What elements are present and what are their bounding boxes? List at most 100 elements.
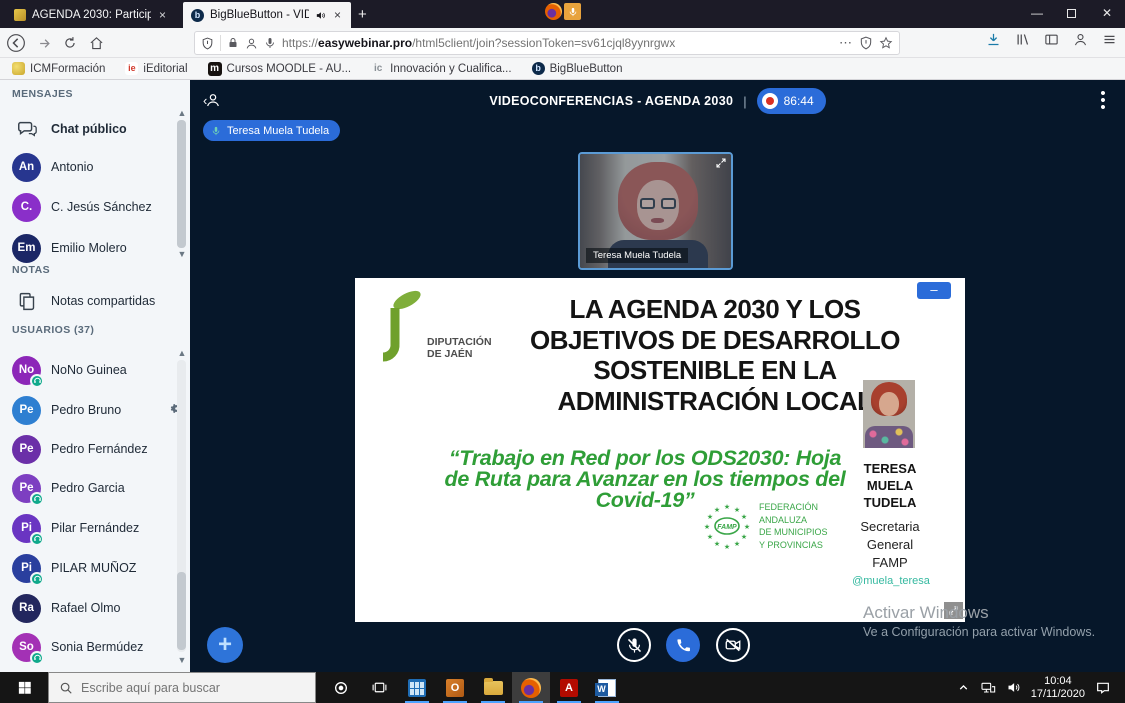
leave-audio-button[interactable]	[666, 628, 700, 662]
browser-toolbar: https://easywebinar.pro/html5client/join…	[0, 28, 1125, 58]
taskbar-clock[interactable]: 10:04 17/11/2020	[1031, 675, 1085, 701]
actions-plus-button[interactable]: +	[207, 627, 243, 663]
collapse-sidebar-button[interactable]: ‹	[203, 92, 221, 108]
messages-header: MENSAJES	[12, 88, 73, 100]
mic-sharing-indicator[interactable]	[545, 3, 581, 20]
webcam-fullscreen-icon[interactable]	[715, 157, 727, 169]
downloads-icon[interactable]	[986, 32, 1001, 47]
firefox-taskbar-item[interactable]	[512, 672, 550, 703]
webcam-name-label: Teresa Muela Tudela	[586, 248, 688, 263]
start-button[interactable]	[0, 672, 48, 703]
tab-bigbluebutton[interactable]: b BigBlueButton - VIDEOCON ×	[183, 2, 351, 28]
scroll-up-icon[interactable]: ▲	[177, 348, 187, 358]
tab-participants[interactable]: AGENDA 2030: Participantes ×	[6, 2, 176, 28]
tab-audio-icon[interactable]	[315, 10, 326, 21]
user-name: C. Jesús Sánchez	[51, 200, 152, 214]
chat-public-item[interactable]: Chat público	[4, 112, 172, 146]
svg-text:★: ★	[724, 503, 730, 511]
search-input[interactable]	[81, 681, 291, 695]
svg-text:FAMP: FAMP	[717, 524, 737, 531]
word-icon: W	[598, 679, 616, 697]
permissions-icon[interactable]	[245, 37, 258, 50]
page-actions-icon[interactable]: ⋯	[839, 35, 853, 51]
user-item[interactable]: Pe Pedro Fernández	[4, 432, 172, 466]
cortana-button[interactable]	[322, 672, 360, 703]
acrobat-icon: A	[560, 679, 578, 697]
task-view-button[interactable]	[360, 672, 398, 703]
mic-permission-icon[interactable]	[264, 37, 276, 49]
bookmark-bigbluebutton[interactable]: bBigBlueButton	[532, 62, 623, 75]
user-item[interactable]: Pe Pedro Bruno	[4, 393, 172, 427]
account-icon[interactable]	[1073, 32, 1088, 47]
messages-scrollbar[interactable]	[177, 120, 186, 248]
tab-title: BigBlueButton - VIDEOCON	[210, 9, 309, 21]
home-button[interactable]	[84, 32, 108, 54]
reload-button[interactable]	[58, 32, 82, 54]
bookmark-star-icon[interactable]	[879, 36, 893, 50]
presentation-slide: – DIPUTACIÓN DE JAÉN LA AGENDA 2030 Y LO…	[355, 278, 965, 622]
tab-close-icon[interactable]: ×	[157, 8, 168, 22]
lock-icon[interactable]	[227, 37, 239, 49]
svg-text:★: ★	[714, 540, 720, 548]
tracking-protection-icon[interactable]	[201, 37, 214, 50]
url-bar[interactable]: https://easywebinar.pro/html5client/join…	[194, 31, 900, 55]
svg-text:★: ★	[734, 540, 740, 548]
bookmarks-bar: ICMFormación ieiEditorial mCursos MOODLE…	[0, 58, 1125, 80]
new-tab-button[interactable]: +	[358, 6, 367, 23]
user-item[interactable]: Ra Rafael Olmo	[4, 591, 172, 625]
word-taskbar-item[interactable]: W	[588, 672, 626, 703]
sidebars-icon[interactable]	[1044, 32, 1059, 47]
scroll-down-icon[interactable]: ▼	[177, 655, 187, 665]
bookmark-icmformacion[interactable]: ICMFormación	[12, 62, 105, 75]
forward-button[interactable]	[32, 32, 56, 54]
action-center-icon[interactable]	[1095, 680, 1111, 696]
bookmark-ieditorial[interactable]: ieiEditorial	[125, 62, 187, 75]
window-close-button[interactable]: ✕	[1092, 0, 1122, 26]
tray-expand-icon[interactable]	[957, 681, 970, 694]
avatar: Pe	[12, 435, 41, 464]
options-menu-icon[interactable]: •••	[1096, 90, 1110, 111]
file-explorer-taskbar-item[interactable]	[474, 672, 512, 703]
scroll-down-icon[interactable]: ▼	[177, 249, 187, 259]
users-scrollbar[interactable]	[177, 360, 186, 652]
taskbar-search[interactable]	[48, 672, 316, 703]
user-item[interactable]: No NoNo Guinea	[4, 353, 172, 387]
user-name: Antonio	[51, 160, 93, 174]
avatar: Ra	[12, 594, 41, 623]
tab-title: AGENDA 2030: Participantes	[32, 9, 151, 21]
recording-indicator[interactable]: 86:44	[757, 88, 826, 114]
message-item-antonio[interactable]: An Antonio	[4, 150, 172, 184]
user-item[interactable]: Pi Pilar Fernández	[4, 511, 172, 545]
tab-close-icon[interactable]: ×	[332, 8, 343, 22]
outlook-taskbar-item[interactable]: O	[436, 672, 474, 703]
menu-icon[interactable]	[1102, 32, 1117, 47]
pocket-icon[interactable]	[859, 36, 873, 50]
back-button[interactable]	[4, 32, 28, 54]
webcam-video[interactable]: Teresa Muela Tudela	[578, 152, 733, 270]
user-name: Pedro Bruno	[51, 403, 121, 417]
window-restore-button[interactable]	[1056, 0, 1086, 26]
share-webcam-button[interactable]	[716, 628, 750, 662]
user-item[interactable]: Pi PILAR MUÑOZ	[4, 551, 172, 585]
talking-name: Teresa Muela Tudela	[227, 125, 329, 137]
mic-slash-icon	[626, 637, 643, 654]
acrobat-taskbar-item[interactable]: A	[550, 672, 588, 703]
message-item-jesus[interactable]: C. C. Jesús Sánchez	[4, 190, 172, 224]
user-item[interactable]: Pe Pedro Garcia	[4, 471, 172, 505]
svg-text:★: ★	[707, 533, 713, 541]
scroll-up-icon[interactable]: ▲	[177, 108, 187, 118]
bookmark-innovacion[interactable]: icInnovación y Cualifica...	[371, 62, 511, 76]
window-minimize-button[interactable]: —	[1022, 0, 1052, 26]
talking-indicator[interactable]: Teresa Muela Tudela	[203, 120, 340, 141]
avatar: C.	[12, 193, 41, 222]
bookmark-moodle[interactable]: mCursos MOODLE - AU...	[208, 62, 352, 76]
calculator-taskbar-item[interactable]	[398, 672, 436, 703]
user-item[interactable]: So Sonia Bermúdez	[4, 630, 172, 664]
network-icon[interactable]	[980, 680, 996, 696]
message-item-emilio[interactable]: Em Emilio Molero	[4, 231, 172, 265]
svg-text:★: ★	[741, 533, 747, 541]
mute-microphone-button[interactable]	[617, 628, 651, 662]
shared-notes-item[interactable]: Notas compartidas	[4, 284, 172, 318]
library-icon[interactable]	[1015, 32, 1030, 47]
volume-icon[interactable]	[1006, 680, 1021, 695]
